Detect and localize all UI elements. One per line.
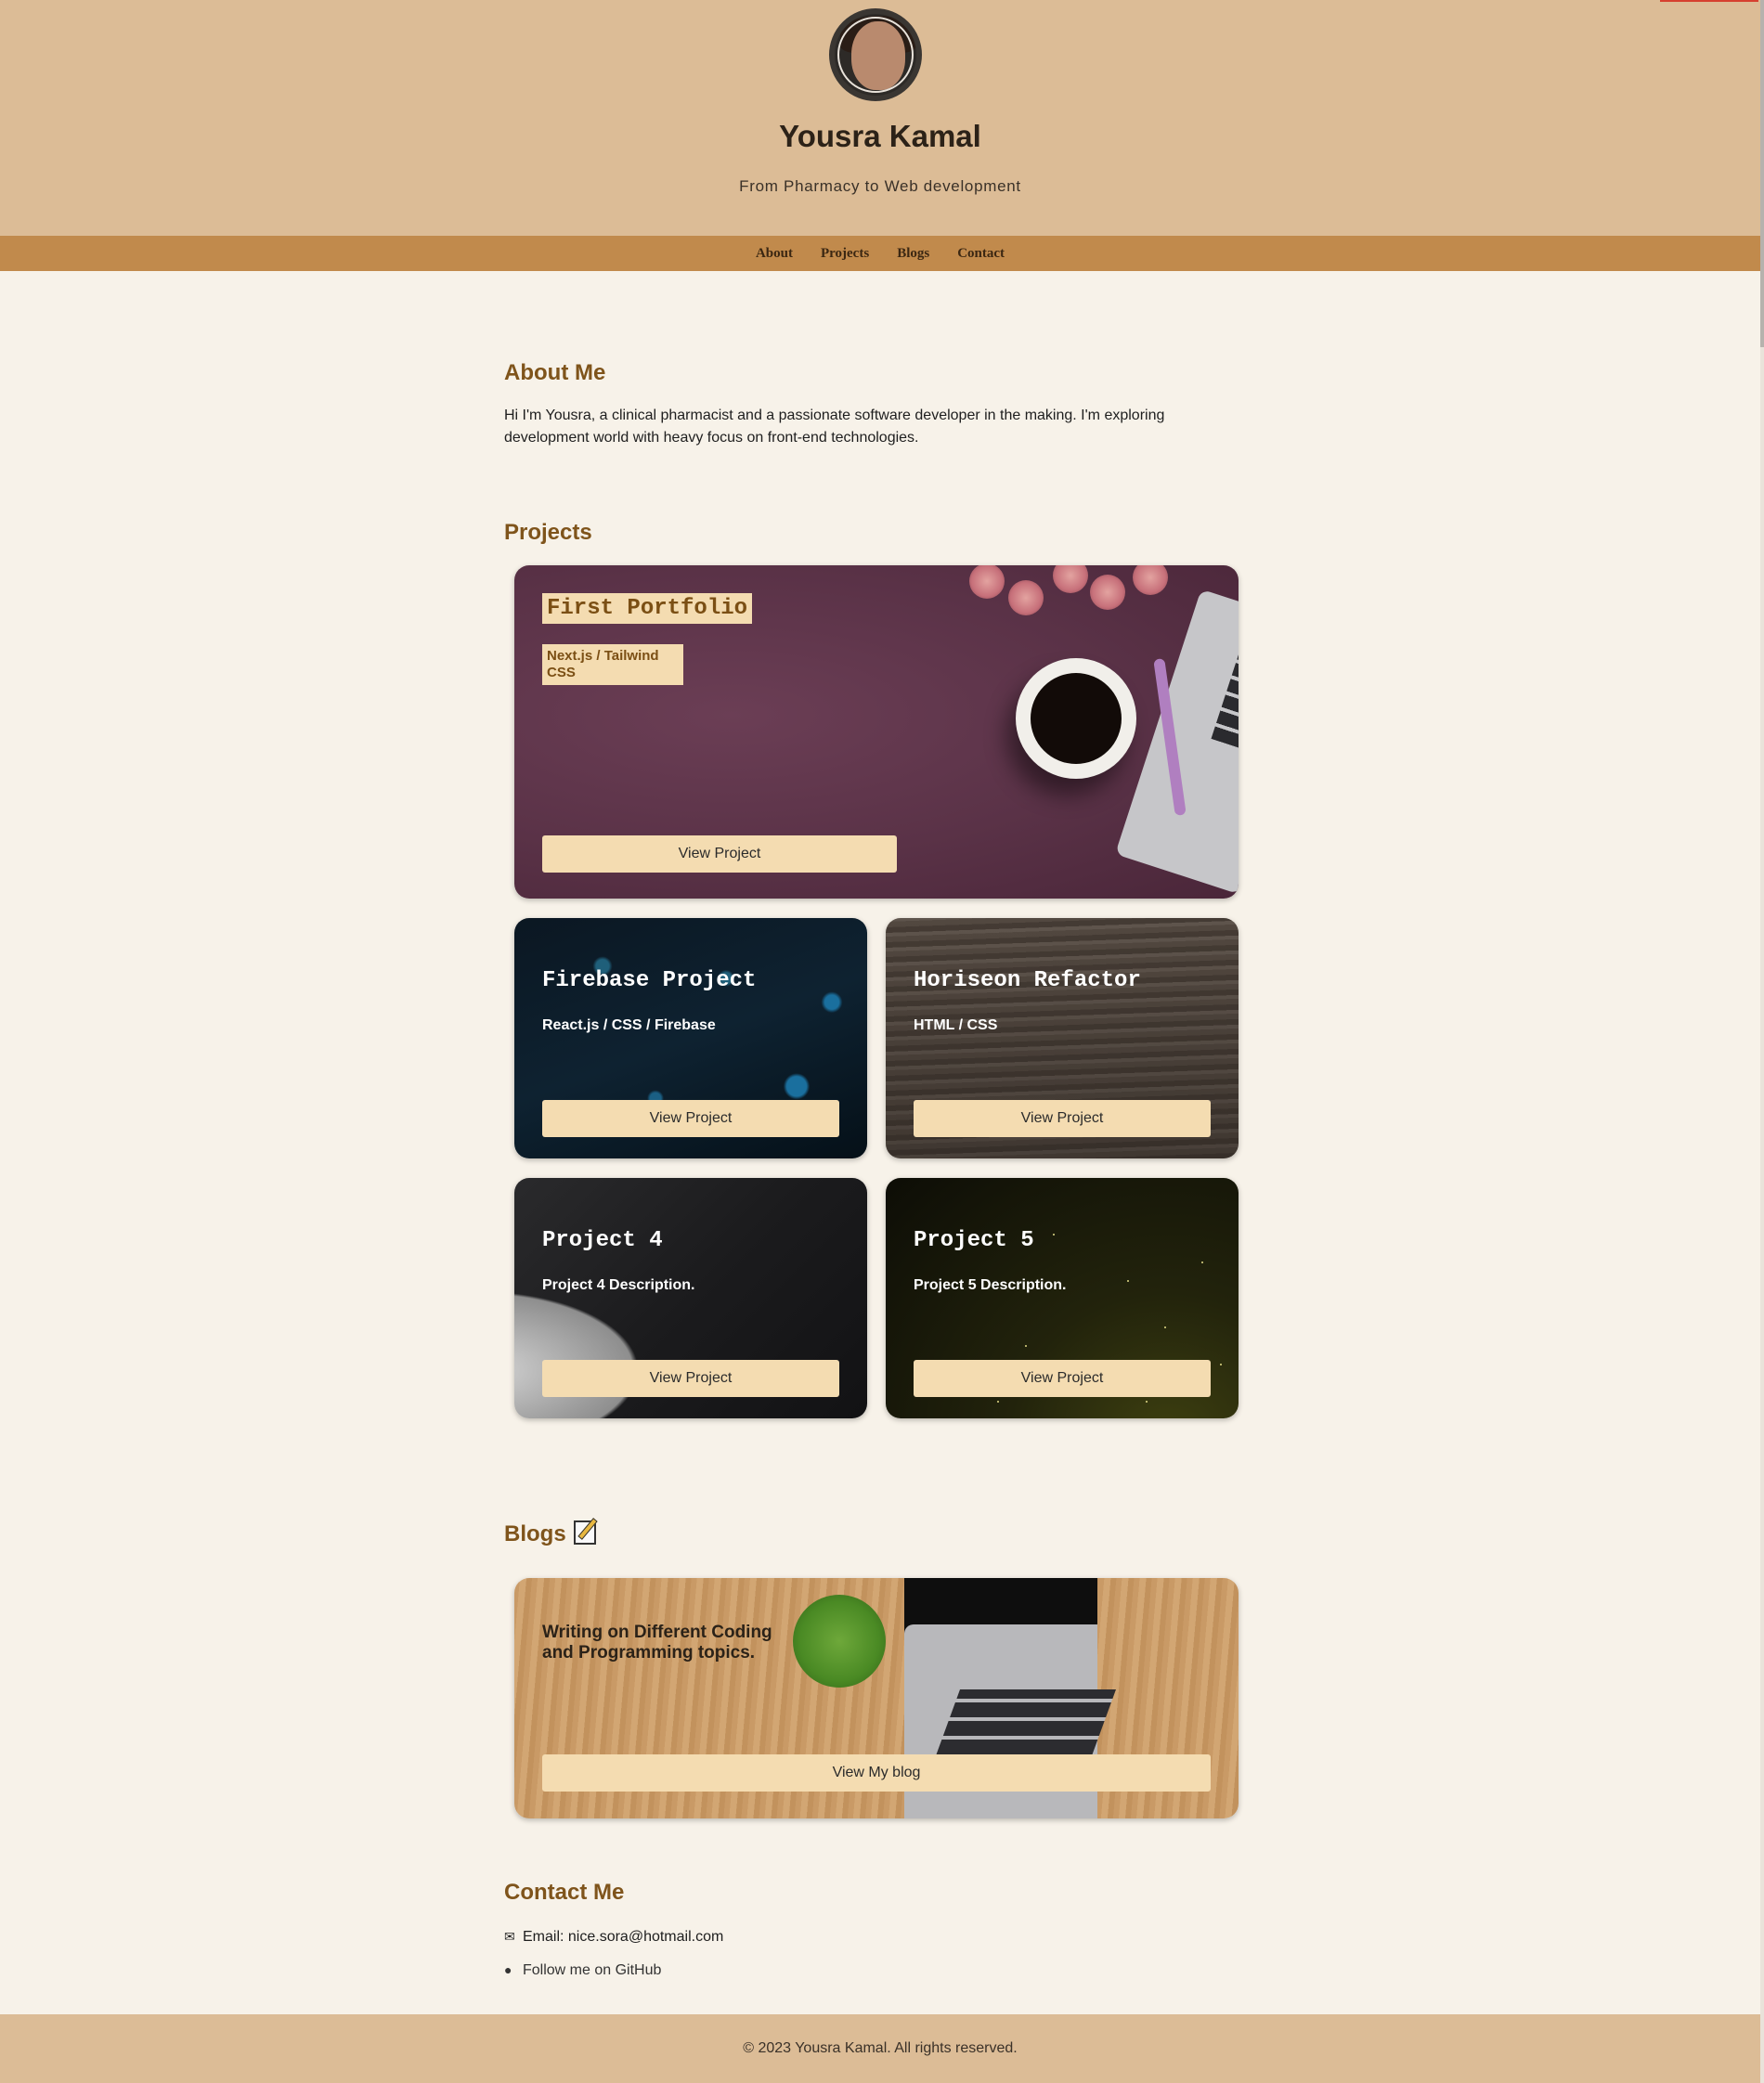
projects-title: Projects (504, 520, 592, 545)
project-title: Project 5 (914, 1228, 1034, 1253)
github-text: Follow me on GitHub (523, 1962, 662, 1978)
about-text: Hi I'm Yousra, a clinical pharmacist and… (504, 408, 1165, 446)
nav-contact[interactable]: Contact (943, 236, 1018, 271)
project-title: Project 4 (542, 1228, 663, 1253)
scrollbar-thumb[interactable] (1760, 0, 1764, 347)
project-card-1: First Portfolio Next.js / Tailwind CSS V… (514, 565, 1239, 899)
coffee-cup-decoration (1005, 658, 1136, 780)
blog-card-title: Writing on Different Coding and Programm… (542, 1623, 772, 1663)
memo-icon (573, 1520, 596, 1545)
about-title: About Me (504, 360, 606, 385)
nav-projects[interactable]: Projects (807, 236, 883, 271)
view-blog-button[interactable]: View My blog (542, 1754, 1211, 1792)
site-name: Yousra Kamal (779, 119, 981, 153)
project-card-2: Firebase Project React.js / CSS / Fireba… (514, 918, 867, 1158)
project-desc: Project 5 Description. (914, 1277, 1067, 1293)
nav-blogs[interactable]: Blogs (883, 236, 943, 271)
project-card-5: Project 5 Project 5 Description. View Pr… (886, 1178, 1239, 1418)
project-title: Firebase Project (542, 968, 757, 993)
envelope-icon: ✉ (504, 1929, 515, 1944)
site-footer: © 2023 Yousra Kamal. All rights reserved… (0, 2014, 1760, 2083)
project-title: Horiseon Refactor (914, 968, 1141, 993)
laptop-decoration (1115, 589, 1239, 895)
email-text: Email: nice.sora@hotmail.com (523, 1929, 724, 1945)
project-desc: Project 4 Description. (542, 1277, 695, 1293)
blog-card: Writing on Different Coding and Programm… (514, 1578, 1239, 1818)
flowers-decoration (951, 565, 1192, 628)
view-project-button[interactable]: View Project (542, 1360, 839, 1397)
contact-title: Contact Me (504, 1880, 625, 1905)
avatar (829, 8, 922, 101)
main-nav: About Projects Blogs Contact (0, 236, 1760, 271)
blogs-title-text: Blogs (504, 1521, 566, 1546)
view-project-button[interactable]: View Project (542, 1100, 839, 1137)
github-link[interactable]: ● Follow me on GitHub (504, 1962, 661, 1979)
project-desc: Next.js / Tailwind CSS (542, 644, 683, 685)
site-header: Yousra Kamal From Pharmacy to Web develo… (0, 0, 1760, 236)
github-icon: ● (504, 1962, 512, 1977)
project-card-4: Project 4 Project 4 Description. View Pr… (514, 1178, 867, 1418)
email-link[interactable]: ✉ Email: nice.sora@hotmail.com (504, 1929, 723, 1946)
project-card-3: Horiseon Refactor HTML / CSS View Projec… (886, 918, 1239, 1158)
footer-text: © 2023 Yousra Kamal. All rights reserved… (743, 2040, 1018, 2056)
nav-about[interactable]: About (742, 236, 807, 271)
top-accent-line (1660, 0, 1758, 2)
scrollbar[interactable] (1760, 0, 1764, 2083)
view-project-button[interactable]: View Project (914, 1100, 1211, 1137)
project-desc: React.js / CSS / Firebase (542, 1017, 716, 1033)
plant-decoration (793, 1595, 886, 1688)
project-title: First Portfolio (542, 593, 753, 624)
site-tagline: From Pharmacy to Web development (739, 177, 1021, 195)
project-desc: HTML / CSS (914, 1017, 998, 1033)
view-project-button[interactable]: View Project (542, 835, 897, 873)
view-project-button[interactable]: View Project (914, 1360, 1211, 1397)
blogs-title: Blogs (504, 1520, 596, 1547)
